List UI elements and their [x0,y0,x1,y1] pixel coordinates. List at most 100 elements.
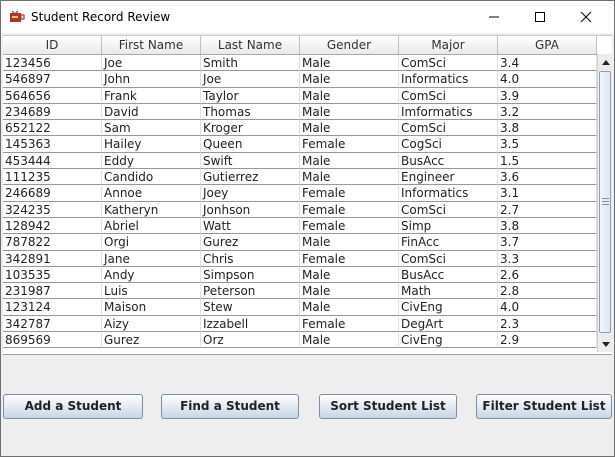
cell-gpa[interactable]: 3.9 [498,87,597,104]
cell-last-name[interactable]: Swift [201,152,300,170]
cell-id[interactable]: 546897 [3,71,102,88]
cell-gender[interactable]: Female [300,217,399,235]
cell-id[interactable]: 787822 [3,234,102,251]
cell-last-name[interactable]: Orz [201,332,300,349]
cell-gpa[interactable]: 3.1 [498,185,597,202]
scroll-up-button[interactable] [598,54,612,70]
cell-gpa[interactable]: 3.4 [498,55,597,72]
cell-gpa[interactable]: 3.6 [498,169,597,186]
cell-id[interactable]: 246689 [3,185,102,202]
column-header-gender[interactable]: Gender [300,36,399,54]
cell-gender[interactable]: Male [300,332,399,349]
cell-gender[interactable]: Male [300,71,399,88]
cell-gpa[interactable]: 3.7 [498,234,597,251]
cell-last-name[interactable]: Peterson [201,283,300,300]
cell-gender[interactable]: Male [300,283,399,300]
cell-gender[interactable]: Female [300,136,399,153]
cell-id[interactable]: 145363 [3,136,102,153]
cell-gpa[interactable]: 3.3 [498,250,597,267]
cell-gender[interactable]: Male [300,103,399,121]
column-header-first-name[interactable]: First Name [102,36,201,54]
scrollbar-thumb[interactable] [599,71,611,333]
cell-id[interactable]: 652122 [3,120,102,137]
table-row[interactable]: 103535 Andy Simpson Male BusAcc 2.6 [3,266,597,284]
cell-gpa[interactable]: 3.8 [498,120,597,137]
cell-last-name[interactable]: Joey [201,185,300,202]
table-row[interactable]: 231987 Luis Peterson Male Math 2.8 [3,283,597,300]
table-row[interactable]: 123124 Maison Stew Male CivEng 4.0 [3,299,597,316]
cell-major[interactable]: ComSci [399,250,498,267]
cell-first-name[interactable]: Sam [102,120,201,137]
cell-first-name[interactable]: Candido [102,169,201,186]
table-row[interactable]: 145363 Hailey Queen Female CogSci 3.5 [3,136,597,153]
table-row[interactable]: 123456 Joe Smith Male ComSci 3.4 [3,55,597,72]
cell-first-name[interactable]: Andy [102,266,201,284]
column-header-major[interactable]: Major [399,36,498,54]
cell-major[interactable]: CivEng [399,332,498,349]
cell-gender[interactable]: Male [300,234,399,251]
cell-last-name[interactable]: Gurez [201,234,300,251]
cell-major[interactable]: Simp [399,217,498,235]
cell-gpa[interactable]: 4.0 [498,299,597,316]
cell-id[interactable]: 231987 [3,283,102,300]
cell-last-name[interactable]: Queen [201,136,300,153]
cell-first-name[interactable]: John [102,71,201,88]
cell-last-name[interactable]: Gutierrez [201,169,300,186]
cell-last-name[interactable]: Joe [201,71,300,88]
cell-first-name[interactable]: Eddy [102,152,201,170]
cell-last-name[interactable]: Taylor [201,87,300,104]
cell-gender[interactable]: Male [300,120,399,137]
cell-gpa[interactable]: 3.5 [498,136,597,153]
cell-id[interactable]: 324235 [3,201,102,218]
cell-first-name[interactable]: Luis [102,283,201,300]
cell-gpa[interactable]: 2.3 [498,315,597,333]
cell-major[interactable]: ComSci [399,55,498,72]
cell-major[interactable]: CogSci [399,136,498,153]
cell-gender[interactable]: Male [300,152,399,170]
close-button[interactable] [563,1,609,33]
cell-major[interactable]: ComSci [399,120,498,137]
add-student-button[interactable]: Add a Student [3,394,143,419]
cell-gender[interactable]: Male [300,299,399,316]
cell-gender[interactable]: Male [300,87,399,104]
cell-gpa[interactable]: 3.2 [498,103,597,121]
sort-student-list-button[interactable]: Sort Student List [319,394,457,419]
cell-first-name[interactable]: Maison [102,299,201,316]
filter-student-list-button[interactable]: Filter Student List [476,394,612,419]
table-row[interactable]: 652122 Sam Kroger Male ComSci 3.8 [3,120,597,137]
cell-gender[interactable]: Female [300,315,399,333]
column-header-gpa[interactable]: GPA [498,36,597,54]
table-row[interactable]: 128942 Abriel Watt Female Simp 3.8 [3,217,597,235]
title-bar[interactable]: Student Record Review [1,1,614,33]
table-row[interactable]: 453444 Eddy Swift Male BusAcc 1.5 [3,152,597,170]
cell-first-name[interactable]: Frank [102,87,201,104]
cell-id[interactable]: 564656 [3,87,102,104]
cell-major[interactable]: Informatics [399,71,498,88]
cell-last-name[interactable]: Smith [201,55,300,72]
cell-major[interactable]: Engineer [399,169,498,186]
table-row[interactable]: 564656 Frank Taylor Male ComSci 3.9 [3,87,597,104]
cell-gpa[interactable]: 2.6 [498,266,597,284]
cell-id[interactable]: 123124 [3,299,102,316]
cell-major[interactable]: CivEng [399,299,498,316]
find-student-button[interactable]: Find a Student [161,394,299,419]
student-table[interactable]: ID First Name Last Name Gender Major GPA… [3,35,612,355]
cell-id[interactable]: 234689 [3,103,102,121]
cell-major[interactable]: ComSci [399,201,498,218]
cell-gender[interactable]: Female [300,185,399,202]
table-row[interactable]: 111235 Candido Gutierrez Male Engineer 3.6 [3,169,597,186]
cell-gpa[interactable]: 4.0 [498,71,597,88]
cell-id[interactable]: 111235 [3,169,102,186]
cell-last-name[interactable]: Kroger [201,120,300,137]
cell-last-name[interactable]: Jonhson [201,201,300,218]
table-row[interactable]: 546897 John Joe Male Informatics 4.0 [3,71,597,88]
cell-first-name[interactable]: Annoe [102,185,201,202]
cell-major[interactable]: BusAcc [399,266,498,284]
cell-first-name[interactable]: Orgi [102,234,201,251]
cell-id[interactable]: 453444 [3,152,102,170]
cell-id[interactable]: 123456 [3,55,102,72]
cell-major[interactable]: BusAcc [399,152,498,170]
cell-first-name[interactable]: Katheryn [102,201,201,218]
cell-major[interactable]: Math [399,283,498,300]
cell-id[interactable]: 342787 [3,315,102,333]
